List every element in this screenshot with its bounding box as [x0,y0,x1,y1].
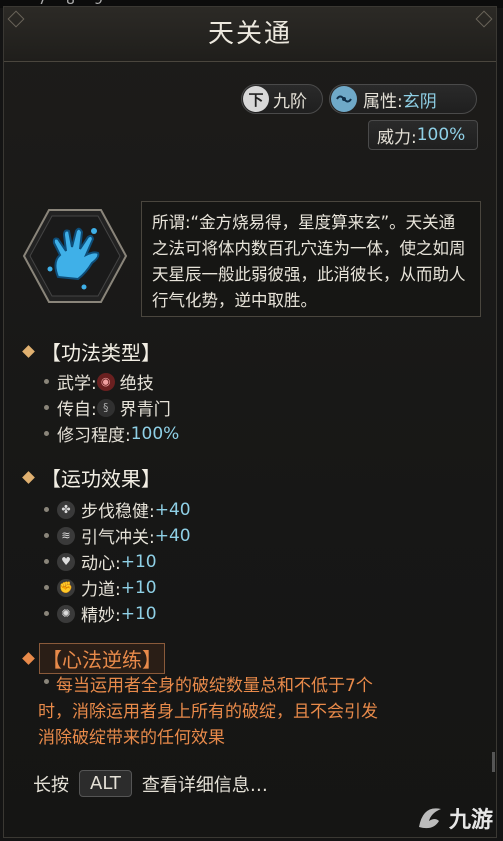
power-value: 100% [416,125,466,145]
item-value: 100% [130,423,180,444]
bullet-dot-icon [44,431,49,436]
section-reverse-label: 【心法逆练】 [39,643,165,674]
section-effects-title: 【运功效果】 [22,463,163,492]
item-label: 步伐稳健: [81,502,155,522]
list-item: ✤ 步伐稳健: +40 [44,497,191,522]
item-label: 精妙: [81,606,121,626]
item-value: +10 [120,577,157,598]
item-value: +10 [120,551,157,572]
skill-description: 所谓:“金方烧易得，星度算来玄”。天关通之法可将体内数百孔穴连为一体，使之如周天… [141,201,481,317]
bullet-dot-icon [44,507,49,512]
watermark-icon [419,808,441,829]
tier-label: 九阶 [273,91,307,112]
item-label: 力道: [81,580,121,600]
skill-tooltip-panel: 天关通 下 九阶 属性: 玄阴 威力: 100% 所谓:“金方烧易得，星度算来玄… [3,6,497,838]
power-label: 威力: [377,127,417,148]
item-value: 绝技 [119,374,154,394]
sect-icon: § [96,398,115,417]
list-item: ♥ 动心: +10 [44,549,157,574]
reverse-text-line: 消除破绽带来的任何效果 [38,728,225,748]
item-value: +10 [120,603,157,624]
blue-hand-icon [22,209,128,303]
item-label: 武学: [57,374,97,394]
reverse-text-line: 每当运用者全身的破绽数量总和不低于7个 [56,676,373,696]
list-item: 修习程度: 100% [44,421,179,446]
item-label: 引气冲关: [81,528,155,548]
diamond-bullet-icon [22,345,35,358]
heart-icon: ♥ [57,552,75,571]
tier-badge: 下 九阶 [241,84,323,114]
item-value: 界青门 [119,400,171,420]
footwork-icon: ✤ [57,500,75,519]
finesse-icon: ✺ [57,604,75,623]
tier-glyph-icon: 下 [243,86,269,112]
footer-detail-label: 查看详细信息… [141,774,268,796]
item-label: 动心: [81,554,121,574]
bullet-dot-icon [44,533,49,538]
fist-icon: ✊ [57,578,75,597]
item-value: +40 [154,525,191,546]
list-item: ≋ 引气冲关: +40 [44,523,191,548]
item-label: 修习程度: [57,426,131,446]
diamond-bullet-icon [22,471,35,484]
bullet-dot-icon [44,679,49,684]
list-item: 武学: ◉ 绝技 [44,369,154,394]
list-item: ✺ 精妙: +10 [44,601,157,626]
footer-hint: 长按 ALT 查看详细信息… [33,770,268,797]
footer-hold-label: 长按 [33,774,69,796]
technique-icon: ◉ [96,372,115,391]
attribute-badge: 属性: 玄阴 [329,84,477,114]
list-item: 传自: § 界青门 [44,395,171,420]
item-value: +40 [154,499,191,520]
bullet-dot-icon [44,611,49,616]
qi-icon: ≋ [57,526,75,545]
section-reverse-title: 【心法逆练】 [22,643,165,674]
watermark-text: 九游 [449,808,494,833]
scrollbar[interactable] [492,752,495,772]
bullet-dot-icon [44,585,49,590]
section-effects-label: 【运功效果】 [41,467,161,491]
item-label: 传自: [57,400,97,420]
watermark-logo: 九游 [413,800,501,836]
attribute-value: 玄阴 [402,91,437,112]
skill-title: 天关通 [207,19,292,49]
reverse-text-line: 时，消除运用者身上所有的破绽，且不会引发 [38,702,378,722]
bullet-dot-icon [44,379,49,384]
diamond-bullet-icon [22,652,35,665]
section-type-title: 【功法类型】 [22,337,163,366]
bullet-dot-icon [44,405,49,410]
power-badge: 威力: 100% [368,120,478,150]
attribute-label: 属性: [363,91,403,112]
list-item: ✊ 力道: +10 [44,575,157,600]
section-type-label: 【功法类型】 [41,341,161,365]
alt-key[interactable]: ALT [79,770,132,797]
tooltip-header: 天关通 [4,7,496,62]
bullet-dot-icon [44,559,49,564]
yin-attribute-icon [331,86,357,112]
